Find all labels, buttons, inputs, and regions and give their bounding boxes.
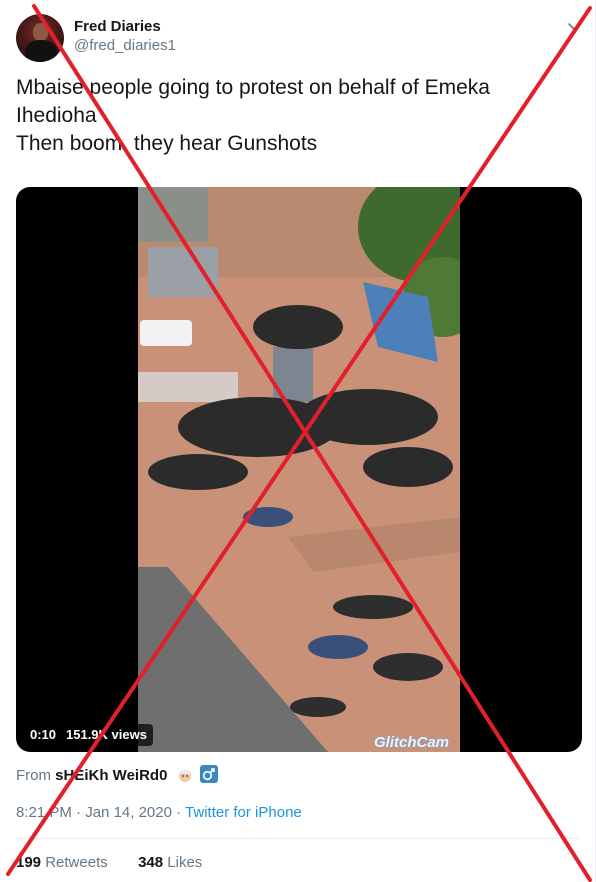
- video-thumbnail: [138, 187, 460, 752]
- avatar[interactable]: [16, 14, 64, 62]
- author-handle[interactable]: @fred_diaries1: [74, 37, 176, 54]
- tweet-stats: 199 Retweets 348 Likes: [16, 854, 202, 871]
- avatar-head: [33, 23, 48, 41]
- video-duration-badge: 0:10: [24, 724, 63, 746]
- tweet-source-link[interactable]: Twitter for iPhone: [185, 804, 302, 821]
- retweets-label: Retweets: [45, 854, 108, 871]
- tweet-text-line: Ihedioha: [16, 104, 97, 127]
- tweet-text-line: Then boom they hear Gunshots: [16, 132, 318, 155]
- meta-separator: ·: [171, 804, 186, 821]
- tweet-time[interactable]: 8:21 PM: [16, 804, 72, 821]
- retweets-count: 199: [16, 854, 42, 871]
- meta-separator: ·: [71, 804, 86, 821]
- video-watermark-overlay: GlitchCam: [374, 734, 450, 751]
- tweet-text-line: Mbaise people going to protest on behalf…: [16, 76, 490, 99]
- likes-label: Likes: [167, 854, 203, 871]
- video-attribution: From sHEiKh WeiRd0: [16, 765, 218, 784]
- tweet-card: Fred Diaries @fred_diaries1 Mbaise peopl…: [0, 0, 596, 882]
- attribution-user-link[interactable]: sHEiKh WeiRd0: [55, 767, 167, 784]
- video-views-badge: 151.9K views: [60, 724, 153, 746]
- man-with-turban-emoji: [178, 769, 191, 782]
- retweets-stat[interactable]: 199 Retweets: [16, 854, 108, 871]
- tweet-metadata: 8:21 PM · Jan 14, 2020 · Twitter for iPh…: [16, 804, 302, 821]
- divider: [16, 838, 580, 839]
- attribution-prefix: From: [16, 767, 51, 784]
- avatar-body: [25, 40, 57, 62]
- male-sign-emoji: [199, 765, 218, 783]
- likes-count: 348: [138, 854, 164, 871]
- video-player[interactable]: GlitchCam 0:10 151.9K views GlitchCam: [16, 187, 582, 752]
- tweet-date[interactable]: Jan 14, 2020: [85, 804, 172, 821]
- author-display-name[interactable]: Fred Diaries: [74, 18, 161, 35]
- chevron-down-icon[interactable]: [566, 18, 582, 34]
- video-frame[interactable]: GlitchCam: [138, 187, 460, 752]
- tweet-text: Mbaise people going to protest on behalf…: [16, 74, 576, 158]
- likes-stat[interactable]: 348 Likes: [138, 854, 202, 871]
